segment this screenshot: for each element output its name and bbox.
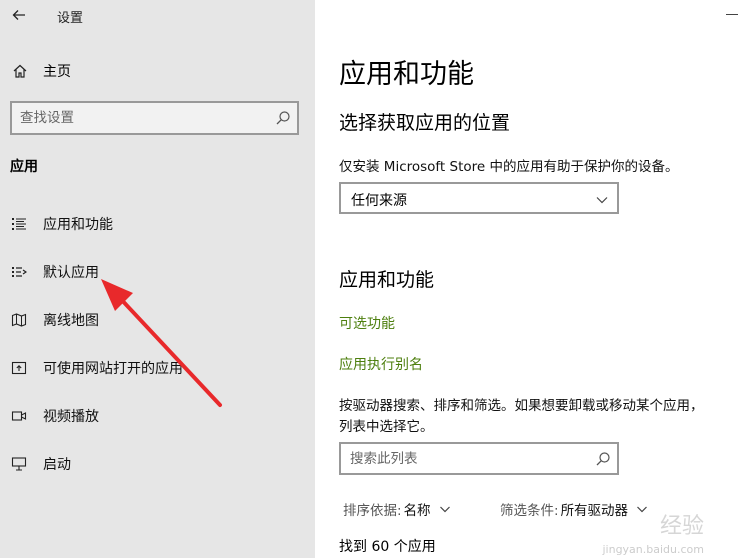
sidebar-item-label: 启动 xyxy=(43,457,71,473)
section-heading-source: 选择获取应用的位置 xyxy=(339,112,511,134)
watermark-url: jingyan.baidu.com xyxy=(602,543,704,556)
minimize-button[interactable] xyxy=(726,14,738,15)
title-bar: 设置 xyxy=(0,0,315,34)
back-button[interactable] xyxy=(8,4,30,26)
chevron-down-icon xyxy=(636,503,648,515)
filter-description-line1: 按驱动器搜索、排序和筛选。如果想要卸载或移动某个应用， xyxy=(339,398,704,414)
watermark-text: 经验 xyxy=(659,514,704,539)
page-title: 应用和功能 xyxy=(339,59,474,90)
sidebar-item-home[interactable]: 主页 xyxy=(10,59,71,83)
chevron-down-icon xyxy=(439,503,451,515)
app-list-search-input[interactable] xyxy=(350,449,580,469)
app-count: 找到 60 个应用 xyxy=(339,539,436,555)
sidebar-item-apps-features[interactable]: 应用和功能 xyxy=(10,211,310,237)
sidebar-item-default-apps[interactable]: 默认应用 xyxy=(10,259,310,285)
app-execution-alias-link[interactable]: 应用执行别名 xyxy=(339,354,423,374)
chevron-down-icon xyxy=(595,192,609,206)
main-content: 应用和功能 选择获取应用的位置 仅安装 Microsoft Store 中的应用… xyxy=(315,0,744,558)
filter-description: 按驱动器搜索、排序和筛选。如果想要卸载或移动某个应用， 列表中选择它。 xyxy=(339,396,744,438)
sidebar-item-video-playback[interactable]: 视频播放 xyxy=(10,403,310,429)
startup-icon xyxy=(10,455,28,473)
app-source-dropdown[interactable]: 任何来源 xyxy=(339,182,619,214)
sidebar-item-apps-for-websites[interactable]: 可使用网站打开的应用 xyxy=(10,355,310,381)
default-apps-icon xyxy=(10,263,28,281)
sidebar-item-label: 应用和功能 xyxy=(43,217,113,233)
filter-by-value: 所有驱动器 xyxy=(560,503,629,519)
sidebar-item-label: 可使用网站打开的应用 xyxy=(43,361,183,377)
sidebar-item-label: 视频播放 xyxy=(43,409,99,425)
filter-by-dropdown[interactable]: 筛选条件: 所有驱动器 xyxy=(500,499,648,519)
video-icon xyxy=(10,407,28,425)
sidebar-item-label: 默认应用 xyxy=(43,265,99,281)
sort-by-value: 名称 xyxy=(403,503,431,519)
settings-search-input[interactable] xyxy=(20,108,260,128)
map-icon xyxy=(10,311,28,329)
app-list-search-box[interactable] xyxy=(339,442,619,475)
filter-by-label: 筛选条件: xyxy=(500,503,559,519)
sidebar-item-label: 离线地图 xyxy=(43,313,99,329)
home-label: 主页 xyxy=(43,64,71,80)
settings-search-box[interactable] xyxy=(10,101,299,135)
search-icon[interactable] xyxy=(275,110,291,126)
list-icon xyxy=(10,215,28,233)
section-title: 应用 xyxy=(10,159,38,175)
sidebar-item-startup[interactable]: 启动 xyxy=(10,451,310,477)
open-in-icon xyxy=(10,359,28,377)
window-title: 设置 xyxy=(57,11,84,26)
sort-by-dropdown[interactable]: 排序依据: 名称 xyxy=(343,499,451,519)
search-icon[interactable] xyxy=(595,451,611,467)
sidebar: 设置 主页 应用 应用和功能 默认应用 离线地图 可使用 xyxy=(0,0,315,558)
section-heading-apps: 应用和功能 xyxy=(339,269,435,291)
dropdown-value: 任何来源 xyxy=(351,193,407,209)
optional-features-link[interactable]: 可选功能 xyxy=(339,313,395,333)
home-icon xyxy=(10,61,30,81)
filter-description-line2: 列表中选择它。 xyxy=(339,419,434,435)
source-description: 仅安装 Microsoft Store 中的应用有助于保护你的设备。 xyxy=(339,159,679,175)
back-arrow-icon xyxy=(12,10,25,20)
sort-by-label: 排序依据: xyxy=(343,503,402,519)
sidebar-item-offline-maps[interactable]: 离线地图 xyxy=(10,307,310,333)
